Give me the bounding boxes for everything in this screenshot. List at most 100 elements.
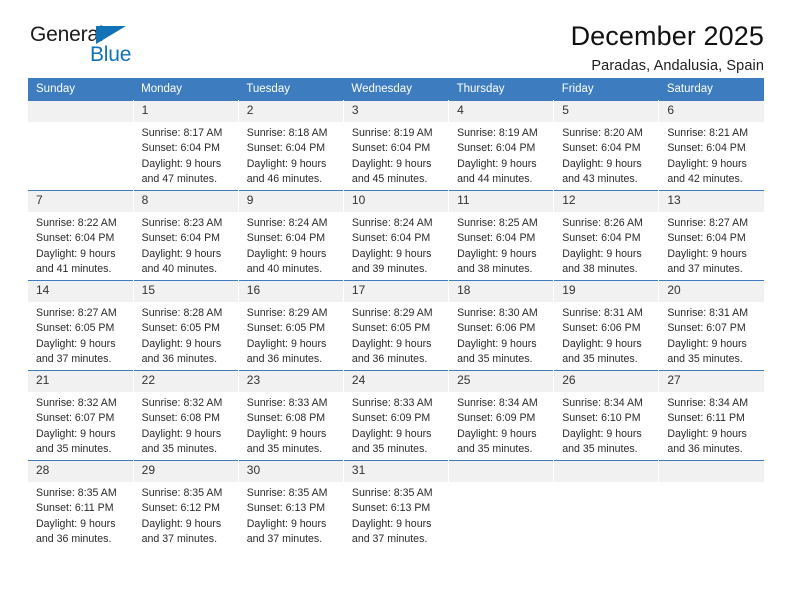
day-number: 24 (343, 371, 449, 392)
sunrise-line: Sunrise: 8:23 AM (141, 217, 223, 229)
sun-info: Sunrise: 8:31 AM Sunset: 6:06 PM Daylight:… (554, 302, 658, 368)
sunrise-line: Sunrise: 8:30 AM (457, 307, 538, 319)
daylight-line-2: and 47 minutes. (141, 173, 218, 186)
daylight-line-2: and 36 minutes. (36, 533, 112, 546)
general-blue-logo[interactable]: General Blue (28, 22, 148, 72)
sunrise-line: Sunrise: 8:24 AM (246, 217, 328, 229)
calendar-day-cell[interactable]: 4 Sunrise: 8:19 AM Sunset: 6:04 PM Daylight… (448, 100, 555, 191)
sun-info: Sunrise: 8:34 AM Sunset: 6:10 PM Daylight:… (554, 392, 658, 458)
sunrise-line: Sunrise: 8:21 AM (667, 127, 749, 139)
sunrise-line: Sunrise: 8:24 AM (351, 217, 433, 229)
calendar-day-cell[interactable]: 3 Sunrise: 8:19 AM Sunset: 6:04 PM Daylight… (342, 100, 450, 191)
sunset-line: Sunset: 6:04 PM (141, 142, 220, 155)
sunrise-line: Sunrise: 8:17 AM (141, 127, 223, 139)
calendar-day-cell[interactable]: 5 Sunrise: 8:20 AM Sunset: 6:04 PM Daylight… (553, 100, 660, 191)
daylight-line-1: Daylight: 9 hours (246, 247, 327, 260)
calendar-day-cell[interactable]: 28 Sunrise: 8:35 AM Sunset: 6:11 PM Dayligh… (28, 460, 134, 550)
daylight-line-2: and 35 minutes. (36, 443, 112, 456)
calendar-day-cell[interactable]: 2 Sunrise: 8:18 AM Sunset: 6:04 PM Daylight… (237, 100, 344, 191)
daylight-line-1: Daylight: 9 hours (141, 157, 222, 170)
calendar-day-cell[interactable]: 17 Sunrise: 8:29 AM Sunset: 6:05 PM Dayligh… (342, 280, 450, 371)
sun-info: Sunrise: 8:32 AM Sunset: 6:08 PM Daylight:… (134, 392, 238, 458)
calendar-day-cell[interactable]: 14 Sunrise: 8:27 AM Sunset: 6:05 PM Dayligh… (28, 280, 134, 371)
weekday-header-wednesday: Wednesday (343, 78, 449, 101)
calendar-day-cell[interactable]: 6 Sunrise: 8:21 AM Sunset: 6:04 PM Daylight… (658, 100, 764, 191)
calendar-day-cell[interactable]: 8 Sunrise: 8:23 AM Sunset: 6:04 PM Daylight… (132, 190, 239, 281)
daylight-line-2: and 36 minutes. (141, 353, 218, 366)
sunset-line: Sunset: 6:04 PM (351, 232, 431, 245)
calendar-day-cell[interactable]: 11 Sunrise: 8:25 AM Sunset: 6:04 PM Dayligh… (448, 190, 555, 281)
daylight-line-1: Daylight: 9 hours (36, 517, 116, 530)
weekday-header-saturday: Saturday (658, 78, 764, 101)
calendar-day-cell[interactable]: 15 Sunrise: 8:28 AM Sunset: 6:05 PM Dayligh… (132, 280, 239, 371)
calendar-day-cell[interactable]: 18 Sunrise: 8:30 AM Sunset: 6:06 PM Dayligh… (448, 280, 555, 371)
sunset-line: Sunset: 6:05 PM (141, 322, 220, 335)
daylight-line-1: Daylight: 9 hours (36, 427, 116, 440)
daylight-line-1: Daylight: 9 hours (457, 157, 537, 170)
sun-info: Sunrise: 8:32 AM Sunset: 6:07 PM Daylight:… (28, 392, 133, 458)
sun-info: Sunrise: 8:20 AM Sunset: 6:04 PM Daylight:… (554, 122, 658, 188)
calendar-day-cell[interactable]: 21 Sunrise: 8:32 AM Sunset: 6:07 PM Dayligh… (28, 370, 134, 461)
daylight-line-1: Daylight: 9 hours (246, 517, 327, 530)
calendar-day-cell[interactable]: 12 Sunrise: 8:26 AM Sunset: 6:04 PM Dayligh… (553, 190, 660, 281)
page-header: General Blue December 2025 Paradas, Anda… (28, 0, 764, 74)
calendar-header-row: Sunday Monday Tuesday Wednesday Thursday Frid… (28, 78, 764, 101)
daylight-line-2: and 35 minutes. (457, 353, 533, 366)
sun-info: Sunrise: 8:35 AM Sunset: 6:12 PM Daylight:… (134, 482, 238, 548)
day-number: 29 (133, 461, 238, 482)
daylight-line-2: and 40 minutes. (246, 263, 323, 276)
calendar-day-cell[interactable]: 24 Sunrise: 8:33 AM Sunset: 6:09 PM Dayligh… (342, 370, 450, 461)
sunset-line: Sunset: 6:04 PM (351, 142, 431, 155)
calendar-day-cell[interactable]: 16 Sunrise: 8:29 AM Sunset: 6:05 PM Dayligh… (237, 280, 344, 371)
daylight-line-1: Daylight: 9 hours (562, 157, 642, 170)
daylight-line-1: Daylight: 9 hours (246, 157, 327, 170)
daylight-line-1: Daylight: 9 hours (667, 337, 747, 350)
sun-info: Sunrise: 8:34 AM Sunset: 6:09 PM Daylight:… (449, 392, 553, 458)
daylight-line-1: Daylight: 9 hours (141, 517, 222, 530)
sunrise-line: Sunrise: 8:33 AM (351, 397, 433, 409)
calendar-day-cell[interactable]: 26 Sunrise: 8:34 AM Sunset: 6:10 PM Dayligh… (553, 370, 660, 461)
calendar-day-cell[interactable]: 22 Sunrise: 8:32 AM Sunset: 6:08 PM Dayligh… (132, 370, 239, 461)
calendar-day-cell[interactable]: 13 Sunrise: 8:27 AM Sunset: 6:04 PM Dayligh… (658, 190, 764, 281)
calendar-day-cell[interactable]: 10 Sunrise: 8:24 AM Sunset: 6:04 PM Dayligh… (342, 190, 450, 281)
calendar-day-cell[interactable]: 19 Sunrise: 8:31 AM Sunset: 6:06 PM Dayligh… (553, 280, 660, 371)
sunset-line: Sunset: 6:05 PM (351, 322, 431, 335)
calendar-day-cell[interactable]: 9 Sunrise: 8:24 AM Sunset: 6:04 PM Daylight… (237, 190, 344, 281)
sunrise-line: Sunrise: 8:33 AM (246, 397, 328, 409)
sunrise-line: Sunrise: 8:35 AM (141, 487, 223, 499)
calendar-day-cell[interactable]: 25 Sunrise: 8:34 AM Sunset: 6:09 PM Dayligh… (448, 370, 555, 461)
logo-text-general: General (30, 23, 104, 46)
sun-info: Sunrise: 8:18 AM Sunset: 6:04 PM Daylight:… (239, 122, 343, 188)
daylight-line-1: Daylight: 9 hours (667, 427, 747, 440)
weekday-header-monday: Monday (133, 78, 239, 101)
daylight-line-2: and 35 minutes. (246, 443, 323, 456)
calendar-day-cell[interactable]: 20 Sunrise: 8:31 AM Sunset: 6:07 PM Dayligh… (658, 280, 764, 371)
calendar-day-cell[interactable]: 7 Sunrise: 8:22 AM Sunset: 6:04 PM Daylight… (28, 190, 134, 281)
daylight-line-1: Daylight: 9 hours (141, 247, 222, 260)
calendar-week-row: 1 Sunrise: 8:17 AM Sunset: 6:04 PM Daylight… (28, 100, 764, 191)
calendar-day-cell[interactable]: 1 Sunrise: 8:17 AM Sunset: 6:04 PM Daylight… (132, 100, 239, 191)
daylight-line-2: and 35 minutes. (667, 353, 743, 366)
day-number: 15 (133, 281, 238, 302)
daylight-line-1: Daylight: 9 hours (457, 247, 537, 260)
day-number: 6 (659, 101, 764, 122)
calendar-day-cell[interactable]: 29 Sunrise: 8:35 AM Sunset: 6:12 PM Dayligh… (132, 460, 239, 550)
day-number: 8 (133, 191, 238, 212)
sun-info: Sunrise: 8:29 AM Sunset: 6:05 PM Daylight:… (239, 302, 343, 368)
sunrise-line: Sunrise: 8:25 AM (457, 217, 538, 229)
day-number: 10 (343, 191, 449, 212)
sunrise-line: Sunrise: 8:34 AM (562, 397, 643, 409)
day-number: 23 (238, 371, 343, 392)
daylight-line-2: and 36 minutes. (667, 443, 743, 456)
calendar-day-cell[interactable]: 30 Sunrise: 8:35 AM Sunset: 6:13 PM Dayligh… (237, 460, 344, 550)
calendar-day-cell[interactable]: 27 Sunrise: 8:34 AM Sunset: 6:11 PM Dayligh… (658, 370, 764, 461)
calendar-day-cell[interactable]: 31 Sunrise: 8:35 AM Sunset: 6:13 PM Dayligh… (342, 460, 450, 550)
sunset-line: Sunset: 6:13 PM (351, 502, 431, 515)
calendar-day-cell[interactable]: 23 Sunrise: 8:33 AM Sunset: 6:08 PM Dayligh… (237, 370, 344, 461)
sunset-line: Sunset: 6:12 PM (141, 502, 220, 515)
sunset-line: Sunset: 6:09 PM (457, 412, 536, 425)
day-number: 31 (343, 461, 449, 482)
sunrise-line: Sunrise: 8:19 AM (457, 127, 538, 139)
sunrise-line: Sunrise: 8:29 AM (246, 307, 328, 319)
day-number: 26 (554, 371, 659, 392)
